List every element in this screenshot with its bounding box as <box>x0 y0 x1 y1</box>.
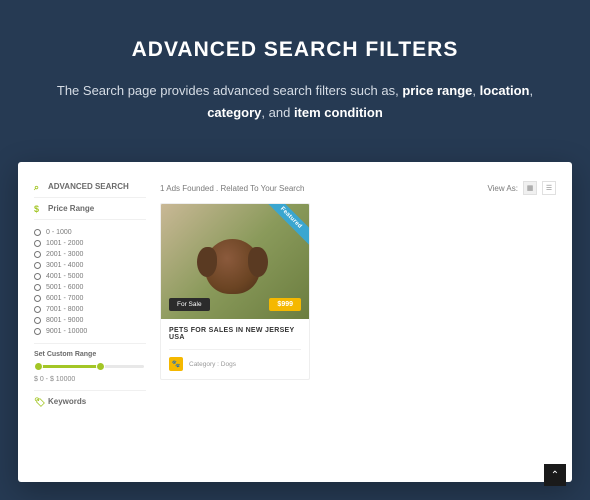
custom-range-value: $ 0 - $ 10000 <box>34 376 146 383</box>
price-range-radio[interactable] <box>34 284 41 291</box>
price-badge: $999 <box>269 298 301 311</box>
app-screenshot: ⌕ ADVANCED SEARCH $ Price Range 0 - 1000… <box>18 162 572 482</box>
view-as-label: View As: <box>487 184 518 193</box>
dog-image <box>205 239 260 294</box>
results-summary: 1 Ads Founded . Related To Your Search <box>160 184 304 193</box>
paw-icon: 🐾 <box>172 360 181 368</box>
sidebar: ⌕ ADVANCED SEARCH $ Price Range 0 - 1000… <box>34 176 146 412</box>
price-range-options: 0 - 1000 1001 - 2000 2001 - 3000 3001 - 400… <box>34 220 146 344</box>
listing-title: PETS FOR SALES IN NEW JERSEY USA <box>169 327 301 341</box>
view-list-button[interactable]: ☰ <box>542 181 556 195</box>
price-range-option[interactable]: 5001 - 6000 <box>34 282 146 293</box>
price-range-label: 6001 - 7000 <box>46 295 83 302</box>
price-range-option[interactable]: 6001 - 7000 <box>34 293 146 304</box>
chevron-up-icon: ⌃ <box>551 470 559 481</box>
custom-range-section: Set Custom Range $ 0 - $ 10000 <box>34 344 146 391</box>
price-range-option[interactable]: 9001 - 10000 <box>34 326 146 337</box>
sale-badge: For Sale <box>169 298 210 311</box>
price-range-radio[interactable] <box>34 262 41 269</box>
results-topbar: 1 Ads Founded . Related To Your Search V… <box>160 176 556 203</box>
price-range-label: 5001 - 6000 <box>46 284 83 291</box>
price-range-label: 2001 - 3000 <box>46 251 83 258</box>
view-grid-button[interactable]: ▦ <box>523 181 537 195</box>
price-range-option[interactable]: 8001 - 9000 <box>34 315 146 326</box>
price-range-option[interactable]: 2001 - 3000 <box>34 249 146 260</box>
custom-range-label: Set Custom Range <box>34 351 146 358</box>
price-range-option[interactable]: 0 - 1000 <box>34 227 146 238</box>
hero-subtitle: The Search page provides advanced search… <box>30 80 560 124</box>
price-range-radio[interactable] <box>34 251 41 258</box>
price-range-slider[interactable] <box>36 365 144 368</box>
price-range-label: 1001 - 2000 <box>46 240 83 247</box>
price-range-label: 8001 - 9000 <box>46 317 83 324</box>
scroll-to-top-button[interactable]: ⌃ <box>544 464 566 486</box>
listing-thumbnail: Featured For Sale $999 <box>161 204 309 319</box>
slider-handle-max[interactable] <box>96 362 105 371</box>
sidebar-price-range-header[interactable]: $ Price Range <box>34 198 146 220</box>
tag-icon: 🏷 <box>34 397 43 406</box>
results-area: 1 Ads Founded . Related To Your Search V… <box>160 176 556 412</box>
price-range-option[interactable]: 7001 - 8000 <box>34 304 146 315</box>
price-range-label: 9001 - 10000 <box>46 328 87 335</box>
price-range-label: 7001 - 8000 <box>46 306 83 313</box>
price-range-option[interactable]: 3001 - 4000 <box>34 260 146 271</box>
price-range-option[interactable]: 1001 - 2000 <box>34 238 146 249</box>
slider-handle-min[interactable] <box>34 362 43 371</box>
price-range-label: 0 - 1000 <box>46 229 72 236</box>
sidebar-keywords-header[interactable]: 🏷 Keywords <box>34 391 146 412</box>
list-icon: ☰ <box>546 184 552 192</box>
grid-icon: ▦ <box>527 184 534 192</box>
dollar-icon: $ <box>34 204 43 213</box>
price-range-radio[interactable] <box>34 273 41 280</box>
price-range-label: 3001 - 4000 <box>46 262 83 269</box>
view-switcher: View As: ▦ ☰ <box>487 181 556 195</box>
price-range-radio[interactable] <box>34 306 41 313</box>
hero: ADVANCED SEARCH FILTERS The Search page … <box>0 0 590 144</box>
price-range-radio[interactable] <box>34 295 41 302</box>
category-chip[interactable]: 🐾 <box>169 357 183 371</box>
search-icon: ⌕ <box>34 182 43 191</box>
price-range-radio[interactable] <box>34 328 41 335</box>
price-range-radio[interactable] <box>34 240 41 247</box>
price-range-radio[interactable] <box>34 317 41 324</box>
featured-ribbon: Featured <box>262 204 309 248</box>
listing-category: Category : Dogs <box>189 361 236 368</box>
price-range-option[interactable]: 4001 - 5000 <box>34 271 146 282</box>
hero-title: ADVANCED SEARCH FILTERS <box>30 38 560 62</box>
price-range-radio[interactable] <box>34 229 41 236</box>
price-range-label: 4001 - 5000 <box>46 273 83 280</box>
listing-card[interactable]: Featured For Sale $999 PETS FOR SALES IN… <box>160 203 310 380</box>
sidebar-advanced-search-header: ⌕ ADVANCED SEARCH <box>34 176 146 198</box>
